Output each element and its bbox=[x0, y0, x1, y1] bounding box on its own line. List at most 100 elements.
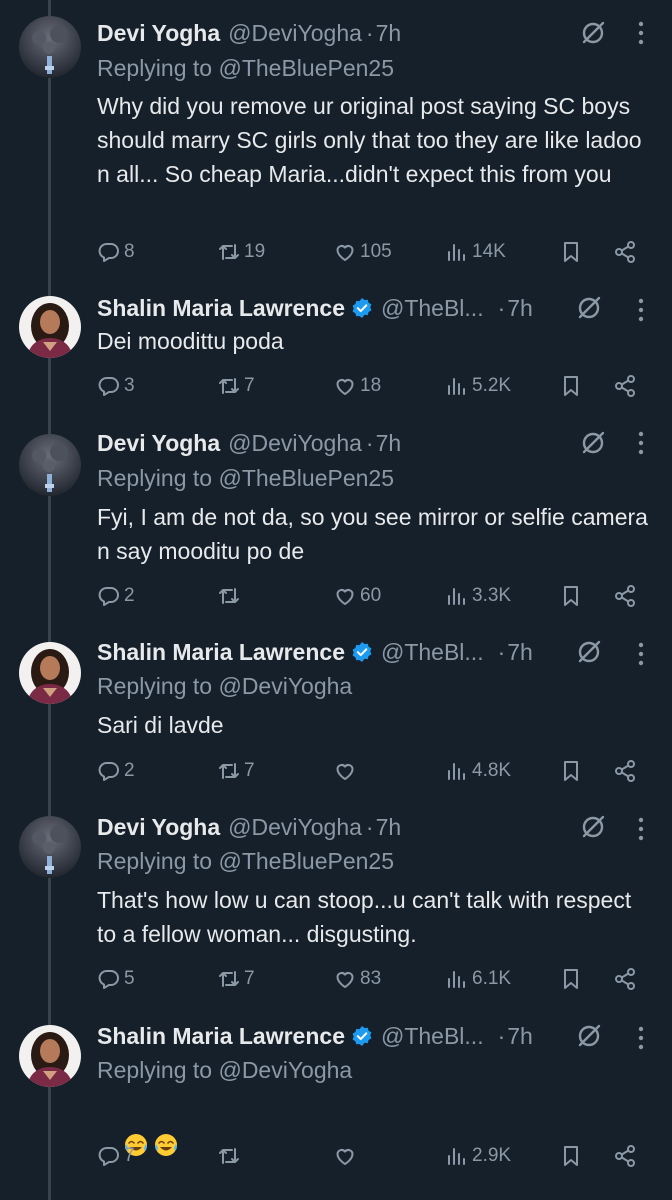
avatar-devi[interactable] bbox=[19, 16, 81, 78]
repost-count: 7 bbox=[244, 968, 255, 989]
avatar-devi[interactable] bbox=[19, 816, 81, 878]
author-name[interactable]: Shalin Maria Lawrence bbox=[97, 639, 345, 666]
like-button[interactable]: 60 bbox=[333, 581, 381, 611]
more-options-icon[interactable] bbox=[630, 297, 652, 323]
reply-button[interactable]: 8 bbox=[97, 237, 135, 267]
thread-line bbox=[48, 0, 51, 16]
separator-dot: · bbox=[497, 638, 506, 665]
verified-badge-icon bbox=[351, 1025, 373, 1047]
bookmark-button[interactable] bbox=[559, 756, 583, 786]
grok-icon[interactable] bbox=[576, 1023, 602, 1049]
author-name[interactable]: Devi Yogha bbox=[97, 430, 220, 457]
author-name[interactable]: Devi Yogha bbox=[97, 20, 220, 47]
heart-icon bbox=[336, 764, 354, 780]
replying-to-mention[interactable]: @TheBluePen25 bbox=[218, 465, 394, 491]
repost-button[interactable]: 7 bbox=[217, 964, 255, 994]
views-button[interactable]: 2.9K bbox=[445, 1141, 511, 1171]
repost-button[interactable]: 19 bbox=[217, 237, 265, 267]
grok-icon[interactable] bbox=[580, 20, 606, 46]
share-button[interactable] bbox=[613, 371, 637, 401]
timestamp[interactable]: 7h bbox=[507, 295, 533, 322]
bookmark-icon bbox=[564, 586, 578, 606]
repost-button[interactable]: 7 bbox=[217, 756, 255, 786]
timestamp[interactable]: 7h bbox=[507, 639, 533, 666]
reply-button[interactable]: 5 bbox=[97, 964, 135, 994]
more-options-icon[interactable] bbox=[630, 641, 652, 667]
author-handle[interactable]: @DeviYogha bbox=[228, 20, 362, 47]
replying-to-mention[interactable]: @TheBluePen25 bbox=[218, 848, 394, 874]
tweet-actions: 8 19 105 14K bbox=[97, 237, 642, 267]
more-options-icon[interactable] bbox=[630, 1025, 652, 1051]
timestamp[interactable]: 7h bbox=[376, 814, 402, 841]
repost-icon bbox=[219, 971, 239, 987]
share-button[interactable] bbox=[613, 237, 637, 267]
views-button[interactable]: 5.2K bbox=[445, 371, 511, 401]
tweet-actions: 2 60 3.3K bbox=[97, 581, 642, 611]
reply-button[interactable]: 2 bbox=[97, 581, 135, 611]
repost-count: 7 bbox=[244, 375, 255, 396]
author-name[interactable]: Devi Yogha bbox=[97, 814, 220, 841]
repost-button[interactable] bbox=[217, 1141, 244, 1171]
more-options-icon[interactable] bbox=[630, 20, 652, 46]
bookmark-button[interactable] bbox=[559, 1141, 583, 1171]
like-button[interactable] bbox=[333, 1141, 360, 1171]
author-handle[interactable]: @TheBl... bbox=[381, 639, 484, 666]
reply-button[interactable]: 3 bbox=[97, 371, 135, 401]
reply-count: 7 bbox=[124, 1145, 135, 1166]
share-button[interactable] bbox=[613, 756, 637, 786]
views-button[interactable]: 14K bbox=[445, 237, 506, 267]
more-options-icon[interactable] bbox=[630, 816, 652, 842]
author-handle[interactable]: @DeviYogha bbox=[228, 814, 362, 841]
more-options-icon[interactable] bbox=[630, 430, 652, 456]
avatar-shalin[interactable] bbox=[19, 1025, 81, 1087]
heart-icon bbox=[336, 1149, 354, 1165]
grok-icon[interactable] bbox=[580, 814, 606, 840]
like-button[interactable] bbox=[333, 756, 360, 786]
separator-dot: · bbox=[497, 1022, 506, 1049]
replying-to-mention[interactable]: @TheBluePen25 bbox=[218, 55, 394, 81]
grok-icon[interactable] bbox=[576, 295, 602, 321]
avatar-shalin[interactable] bbox=[19, 296, 81, 358]
verified-badge-icon bbox=[351, 641, 373, 663]
reply-button[interactable]: 2 bbox=[97, 756, 135, 786]
share-button[interactable] bbox=[613, 964, 637, 994]
author-name[interactable]: Shalin Maria Lawrence bbox=[97, 295, 345, 322]
like-button[interactable]: 18 bbox=[333, 371, 381, 401]
reply-count: 8 bbox=[124, 241, 135, 262]
repost-button[interactable] bbox=[217, 581, 244, 611]
tweet-text: That's how low u can stoop...u can't tal… bbox=[97, 887, 638, 947]
timestamp[interactable]: 7h bbox=[507, 1023, 533, 1050]
views-button[interactable]: 4.8K bbox=[445, 756, 511, 786]
views-button[interactable]: 6.1K bbox=[445, 964, 511, 994]
author-handle[interactable]: @DeviYogha bbox=[228, 430, 362, 457]
avatar-devi[interactable] bbox=[19, 434, 81, 496]
grok-icon[interactable] bbox=[580, 430, 606, 456]
repost-button[interactable]: 7 bbox=[217, 371, 255, 401]
replying-to-mention[interactable]: @DeviYogha bbox=[218, 1057, 352, 1083]
tweet-actions: 2 7 4.8K bbox=[97, 756, 642, 786]
like-button[interactable]: 105 bbox=[333, 237, 392, 267]
replying-to-mention[interactable]: @DeviYogha bbox=[218, 673, 352, 699]
bookmark-icon bbox=[564, 1146, 578, 1166]
views-button[interactable]: 3.3K bbox=[445, 581, 511, 611]
bookmark-button[interactable] bbox=[559, 581, 583, 611]
views-icon bbox=[448, 1148, 465, 1165]
grok-icon[interactable] bbox=[576, 639, 602, 665]
author-name[interactable]: Shalin Maria Lawrence bbox=[97, 1023, 345, 1050]
replying-to-label: Replying to bbox=[97, 55, 213, 81]
share-button[interactable] bbox=[613, 1141, 637, 1171]
repost-icon bbox=[219, 244, 239, 260]
author-handle[interactable]: @TheBl... bbox=[381, 295, 484, 322]
bookmark-button[interactable] bbox=[559, 964, 583, 994]
bookmark-button[interactable] bbox=[559, 237, 583, 267]
separator-dot: · bbox=[365, 19, 374, 46]
avatar-shalin[interactable] bbox=[19, 642, 81, 704]
timestamp[interactable]: 7h bbox=[376, 430, 402, 457]
reply-button[interactable]: 7 bbox=[97, 1141, 135, 1171]
timestamp[interactable]: 7h bbox=[376, 20, 402, 47]
bookmark-button[interactable] bbox=[559, 371, 583, 401]
like-button[interactable]: 83 bbox=[333, 964, 381, 994]
author-handle[interactable]: @TheBl... bbox=[381, 1023, 484, 1050]
share-button[interactable] bbox=[613, 581, 637, 611]
tweet-actions: 7 2.9K bbox=[97, 1141, 642, 1171]
